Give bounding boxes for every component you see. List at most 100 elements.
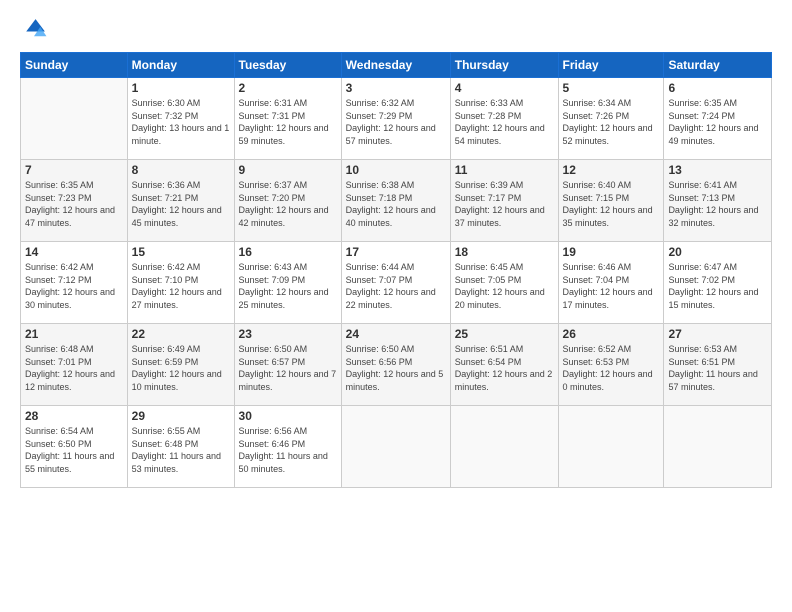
day-header-tuesday: Tuesday <box>234 53 341 78</box>
day-number: 6 <box>668 81 767 95</box>
day-cell <box>558 406 664 488</box>
day-number: 19 <box>563 245 660 259</box>
day-cell <box>664 406 772 488</box>
day-cell: 23Sunrise: 6:50 AMSunset: 6:57 PMDayligh… <box>234 324 341 406</box>
day-cell <box>341 406 450 488</box>
day-number: 30 <box>239 409 337 423</box>
day-number: 5 <box>563 81 660 95</box>
day-header-sunday: Sunday <box>21 53 128 78</box>
day-cell: 9Sunrise: 6:37 AMSunset: 7:20 PMDaylight… <box>234 160 341 242</box>
day-cell: 6 Sunrise: 6:35 AMSunset: 7:24 PMDaylight… <box>664 78 772 160</box>
day-info: Sunrise: 6:46 AMSunset: 7:04 PMDaylight:… <box>563 261 660 311</box>
day-cell: 4Sunrise: 6:33 AMSunset: 7:28 PMDaylight… <box>450 78 558 160</box>
day-info: Sunrise: 6:48 AMSunset: 7:01 PMDaylight:… <box>25 343 123 393</box>
day-number: 14 <box>25 245 123 259</box>
page: SundayMondayTuesdayWednesdayThursdayFrid… <box>0 0 792 612</box>
week-row: 7 Sunrise: 6:35 AMSunset: 7:23 PMDaylight… <box>21 160 772 242</box>
day-cell <box>450 406 558 488</box>
week-row: 21Sunrise: 6:48 AMSunset: 7:01 PMDayligh… <box>21 324 772 406</box>
day-info: Sunrise: 6:32 AMSunset: 7:29 PMDaylight:… <box>346 97 446 147</box>
day-cell: 8 Sunrise: 6:36 AMSunset: 7:21 PMDaylight… <box>127 160 234 242</box>
day-cell: 11 Sunrise: 6:39 AMSunset: 7:17 PMDayligh… <box>450 160 558 242</box>
day-number: 7 <box>25 163 123 177</box>
day-info: Sunrise: 6:54 AMSunset: 6:50 PMDaylight:… <box>25 425 123 475</box>
day-info: Sunrise: 6:55 AMSunset: 6:48 PMDaylight:… <box>132 425 230 475</box>
day-cell: 18 Sunrise: 6:45 AMSunset: 7:05 PMDayligh… <box>450 242 558 324</box>
day-cell: 14 Sunrise: 6:42 AMSunset: 7:12 PMDayligh… <box>21 242 128 324</box>
day-cell: 13 Sunrise: 6:41 AMSunset: 7:13 PMDayligh… <box>664 160 772 242</box>
day-cell: 28 Sunrise: 6:54 AMSunset: 6:50 PMDayligh… <box>21 406 128 488</box>
day-info: Sunrise: 6:47 AMSunset: 7:02 PMDaylight:… <box>668 261 767 311</box>
day-cell: 24 Sunrise: 6:50 AMSunset: 6:56 PMDayligh… <box>341 324 450 406</box>
day-cell: 2 Sunrise: 6:31 AMSunset: 7:31 PMDaylight… <box>234 78 341 160</box>
day-cell: 27 Sunrise: 6:53 AMSunset: 6:51 PMDayligh… <box>664 324 772 406</box>
day-info: Sunrise: 6:35 AMSunset: 7:23 PMDaylight:… <box>25 179 123 229</box>
week-row: 28 Sunrise: 6:54 AMSunset: 6:50 PMDayligh… <box>21 406 772 488</box>
day-cell: 3Sunrise: 6:32 AMSunset: 7:29 PMDaylight… <box>341 78 450 160</box>
day-info: Sunrise: 6:31 AMSunset: 7:31 PMDaylight:… <box>239 97 337 147</box>
week-row: 14 Sunrise: 6:42 AMSunset: 7:12 PMDayligh… <box>21 242 772 324</box>
day-info: Sunrise: 6:36 AMSunset: 7:21 PMDaylight:… <box>132 179 230 229</box>
day-number: 27 <box>668 327 767 341</box>
day-info: Sunrise: 6:45 AMSunset: 7:05 PMDaylight:… <box>455 261 554 311</box>
day-header-monday: Monday <box>127 53 234 78</box>
day-number: 18 <box>455 245 554 259</box>
day-number: 15 <box>132 245 230 259</box>
day-cell: 5 Sunrise: 6:34 AMSunset: 7:26 PMDaylight… <box>558 78 664 160</box>
calendar: SundayMondayTuesdayWednesdayThursdayFrid… <box>20 52 772 488</box>
day-info: Sunrise: 6:34 AMSunset: 7:26 PMDaylight:… <box>563 97 660 147</box>
logo-icon <box>20 16 48 44</box>
day-number: 8 <box>132 163 230 177</box>
day-info: Sunrise: 6:42 AMSunset: 7:10 PMDaylight:… <box>132 261 230 311</box>
day-number: 9 <box>239 163 337 177</box>
logo <box>20 16 52 44</box>
day-number: 26 <box>563 327 660 341</box>
header-row: SundayMondayTuesdayWednesdayThursdayFrid… <box>21 53 772 78</box>
day-info: Sunrise: 6:44 AMSunset: 7:07 PMDaylight:… <box>346 261 446 311</box>
day-header-saturday: Saturday <box>664 53 772 78</box>
day-cell: 25 Sunrise: 6:51 AMSunset: 6:54 PMDayligh… <box>450 324 558 406</box>
day-header-thursday: Thursday <box>450 53 558 78</box>
day-number: 10 <box>346 163 446 177</box>
day-cell: 15 Sunrise: 6:42 AMSunset: 7:10 PMDayligh… <box>127 242 234 324</box>
day-info: Sunrise: 6:30 AMSunset: 7:32 PMDaylight:… <box>132 97 230 147</box>
day-number: 4 <box>455 81 554 95</box>
day-cell: 22 Sunrise: 6:49 AMSunset: 6:59 PMDayligh… <box>127 324 234 406</box>
day-number: 1 <box>132 81 230 95</box>
day-number: 13 <box>668 163 767 177</box>
day-info: Sunrise: 6:35 AMSunset: 7:24 PMDaylight:… <box>668 97 767 147</box>
day-number: 2 <box>239 81 337 95</box>
day-info: Sunrise: 6:39 AMSunset: 7:17 PMDaylight:… <box>455 179 554 229</box>
header <box>20 16 772 44</box>
day-cell: 7 Sunrise: 6:35 AMSunset: 7:23 PMDaylight… <box>21 160 128 242</box>
day-info: Sunrise: 6:42 AMSunset: 7:12 PMDaylight:… <box>25 261 123 311</box>
day-info: Sunrise: 6:38 AMSunset: 7:18 PMDaylight:… <box>346 179 446 229</box>
day-cell: 1 Sunrise: 6:30 AMSunset: 7:32 PMDaylight… <box>127 78 234 160</box>
day-number: 22 <box>132 327 230 341</box>
day-number: 24 <box>346 327 446 341</box>
day-cell: 30Sunrise: 6:56 AMSunset: 6:46 PMDayligh… <box>234 406 341 488</box>
day-cell: 29 Sunrise: 6:55 AMSunset: 6:48 PMDayligh… <box>127 406 234 488</box>
day-cell: 16Sunrise: 6:43 AMSunset: 7:09 PMDayligh… <box>234 242 341 324</box>
day-info: Sunrise: 6:41 AMSunset: 7:13 PMDaylight:… <box>668 179 767 229</box>
day-number: 11 <box>455 163 554 177</box>
day-cell: 21Sunrise: 6:48 AMSunset: 7:01 PMDayligh… <box>21 324 128 406</box>
day-info: Sunrise: 6:40 AMSunset: 7:15 PMDaylight:… <box>563 179 660 229</box>
day-number: 28 <box>25 409 123 423</box>
day-number: 29 <box>132 409 230 423</box>
day-info: Sunrise: 6:51 AMSunset: 6:54 PMDaylight:… <box>455 343 554 393</box>
day-number: 17 <box>346 245 446 259</box>
day-cell: 17 Sunrise: 6:44 AMSunset: 7:07 PMDayligh… <box>341 242 450 324</box>
day-header-wednesday: Wednesday <box>341 53 450 78</box>
day-cell: 20Sunrise: 6:47 AMSunset: 7:02 PMDayligh… <box>664 242 772 324</box>
day-info: Sunrise: 6:50 AMSunset: 6:57 PMDaylight:… <box>239 343 337 393</box>
day-number: 12 <box>563 163 660 177</box>
day-info: Sunrise: 6:53 AMSunset: 6:51 PMDaylight:… <box>668 343 767 393</box>
day-info: Sunrise: 6:49 AMSunset: 6:59 PMDaylight:… <box>132 343 230 393</box>
day-info: Sunrise: 6:50 AMSunset: 6:56 PMDaylight:… <box>346 343 446 393</box>
day-number: 25 <box>455 327 554 341</box>
day-number: 16 <box>239 245 337 259</box>
week-row: 1 Sunrise: 6:30 AMSunset: 7:32 PMDaylight… <box>21 78 772 160</box>
day-cell: 10 Sunrise: 6:38 AMSunset: 7:18 PMDayligh… <box>341 160 450 242</box>
day-cell: 19 Sunrise: 6:46 AMSunset: 7:04 PMDayligh… <box>558 242 664 324</box>
